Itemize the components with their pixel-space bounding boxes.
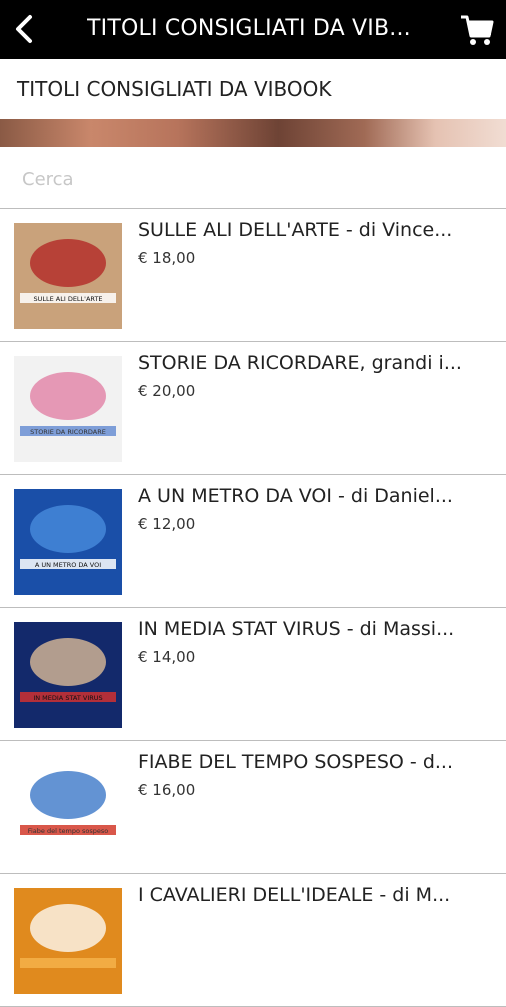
cart-button[interactable] [456, 10, 498, 50]
banner-image [0, 119, 506, 147]
product-item[interactable]: SULLE ALI DELL'ARTE SULLE ALI DELL'ARTE -… [0, 209, 506, 342]
search-input[interactable] [12, 159, 504, 199]
section-title: TITOLI CONSIGLIATI DA VIBOOK [17, 77, 332, 101]
svg-text:STORIE DA RICORDARE: STORIE DA RICORDARE [30, 428, 106, 436]
product-cover-image[interactable]: STORIE DA RICORDARE [14, 356, 122, 462]
product-cover-image[interactable]: SULLE ALI DELL'ARTE [14, 223, 122, 329]
cart-icon [461, 15, 494, 45]
svg-text:IN MEDIA STAT VIRUS: IN MEDIA STAT VIRUS [33, 694, 102, 702]
product-title[interactable]: I CAVALIERI DELL'IDEALE - di M... [138, 882, 488, 908]
product-price: € 18,00 [138, 249, 196, 267]
product-price: € 20,00 [138, 382, 196, 400]
back-button[interactable] [4, 8, 44, 50]
product-cover-image[interactable] [14, 888, 122, 994]
page-title: TITOLI CONSIGLIATI DA VIB... [87, 16, 411, 41]
product-price: € 16,00 [138, 781, 196, 799]
product-title[interactable]: IN MEDIA STAT VIRUS - di Massi... [138, 616, 488, 642]
product-item[interactable]: A UN METRO DA VOI A UN METRO DA VOI - di … [0, 475, 506, 608]
product-title[interactable]: A UN METRO DA VOI - di Daniel... [138, 483, 488, 509]
svg-text:Fiabe del tempo sospeso: Fiabe del tempo sospeso [28, 827, 109, 835]
search-bar [0, 147, 506, 209]
product-cover-image[interactable]: IN MEDIA STAT VIRUS [14, 622, 122, 728]
product-title[interactable]: FIABE DEL TEMPO SOSPESO - d... [138, 749, 488, 775]
product-title[interactable]: SULLE ALI DELL'ARTE - di Vince... [138, 217, 488, 243]
svg-text:A UN METRO DA VOI: A UN METRO DA VOI [35, 561, 101, 569]
section-header: TITOLI CONSIGLIATI DA VIBOOK [0, 59, 506, 119]
product-cover-image[interactable]: Fiabe del tempo sospeso [14, 755, 122, 861]
product-item[interactable]: Fiabe del tempo sospeso FIABE DEL TEMPO S… [0, 741, 506, 874]
product-price: € 12,00 [138, 515, 196, 533]
product-item[interactable]: IN MEDIA STAT VIRUS IN MEDIA STAT VIRUS -… [0, 608, 506, 741]
product-item[interactable]: I CAVALIERI DELL'IDEALE - di M... [0, 874, 506, 1007]
chevron-left-icon [16, 15, 32, 43]
product-list: SULLE ALI DELL'ARTE SULLE ALI DELL'ARTE -… [0, 209, 506, 1007]
svg-text:SULLE ALI DELL'ARTE: SULLE ALI DELL'ARTE [33, 295, 102, 303]
product-price: € 14,00 [138, 648, 196, 666]
app-header: TITOLI CONSIGLIATI DA VIB... [0, 0, 506, 59]
product-item[interactable]: STORIE DA RICORDARE STORIE DA RICORDARE, … [0, 342, 506, 475]
product-title[interactable]: STORIE DA RICORDARE, grandi i... [138, 350, 488, 376]
product-cover-image[interactable]: A UN METRO DA VOI [14, 489, 122, 595]
